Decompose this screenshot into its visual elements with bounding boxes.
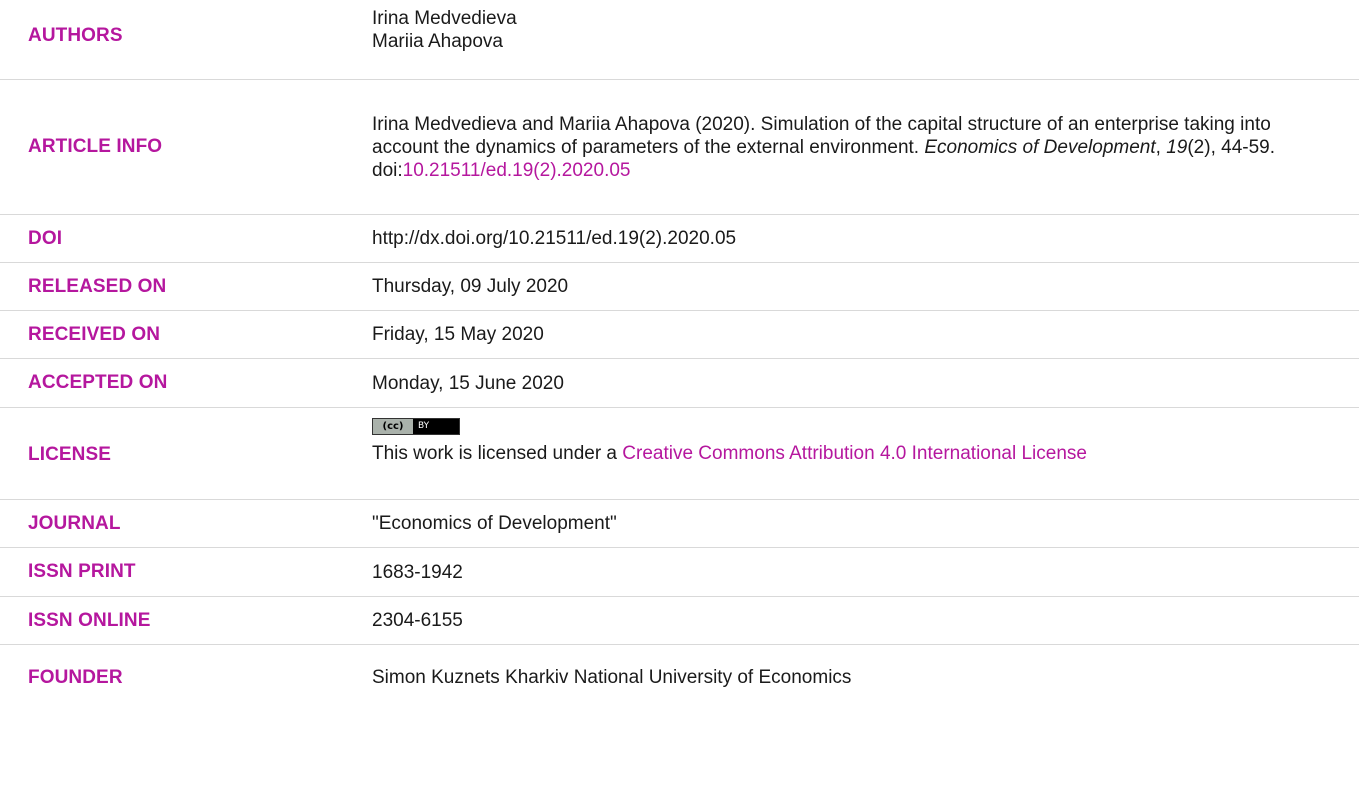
citation-journal: Economics of Development bbox=[924, 136, 1156, 158]
author-name: Irina Medvedieva bbox=[372, 8, 517, 29]
citation-volume: 19 bbox=[1166, 136, 1188, 158]
row-released-on: RELEASED ON Thursday, 09 July 2020 bbox=[0, 263, 1359, 311]
row-founder: FOUNDER Simon Kuznets Kharkiv National U… bbox=[0, 645, 1359, 695]
row-issn-print: ISSN PRINT 1683-1942 bbox=[0, 548, 1359, 597]
citation-issue-pages: (2), 44-59. bbox=[1187, 136, 1275, 158]
received-value: Friday, 15 May 2020 bbox=[372, 324, 544, 345]
license-label: LICENSE bbox=[28, 444, 112, 465]
accepted-value: Monday, 15 June 2020 bbox=[372, 372, 564, 394]
issn-print-value: 1683-1942 bbox=[372, 561, 463, 583]
authors-value: Irina Medvedieva Mariia Ahapova bbox=[372, 0, 1332, 53]
founder-value: Simon Kuznets Kharkiv National Universit… bbox=[372, 667, 852, 688]
cc-icon: (cc) bbox=[373, 419, 413, 434]
issn-print-label: ISSN PRINT bbox=[28, 561, 136, 582]
license-value: (cc) BY This work is licensed under a Cr… bbox=[372, 408, 1332, 465]
founder-label: FOUNDER bbox=[28, 667, 123, 688]
released-label: RELEASED ON bbox=[28, 275, 167, 297]
released-value: Thursday, 09 July 2020 bbox=[372, 276, 569, 297]
author-name: Mariia Ahapova bbox=[372, 31, 503, 52]
citation-doi-link[interactable]: 10.21511/ed.19(2).2020.05 bbox=[403, 160, 631, 181]
article-info-table: AUTHORS Irina Medvedieva Mariia Ahapova … bbox=[0, 0, 1359, 695]
article-citation: Irina Medvedieva and Mariia Ahapova (202… bbox=[372, 113, 1332, 182]
license-text: This work is licensed under a bbox=[372, 443, 623, 464]
row-doi: DOI http://dx.doi.org/10.21511/ed.19(2).… bbox=[0, 215, 1359, 263]
doi-label: DOI bbox=[28, 227, 63, 249]
received-label: RECEIVED ON bbox=[28, 323, 161, 345]
article-info-label: ARTICLE INFO bbox=[28, 136, 163, 157]
issn-online-value: 2304-6155 bbox=[372, 610, 463, 631]
row-authors: AUTHORS Irina Medvedieva Mariia Ahapova bbox=[0, 0, 1359, 80]
row-journal: JOURNAL "Economics of Development" bbox=[0, 500, 1359, 548]
row-license: LICENSE (cc) BY This work is licensed un… bbox=[0, 408, 1359, 500]
accepted-label: ACCEPTED ON bbox=[28, 372, 168, 393]
by-icon: BY bbox=[418, 421, 430, 431]
license-link[interactable]: Creative Commons Attribution 4.0 Interna… bbox=[622, 443, 1087, 464]
row-issn-online: ISSN ONLINE 2304-6155 bbox=[0, 597, 1359, 645]
row-received-on: RECEIVED ON Friday, 15 May 2020 bbox=[0, 311, 1359, 359]
authors-label: AUTHORS bbox=[28, 25, 123, 46]
journal-label: JOURNAL bbox=[28, 512, 121, 534]
citation-doi-prefix: doi: bbox=[372, 159, 403, 181]
doi-value: http://dx.doi.org/10.21511/ed.19(2).2020… bbox=[372, 228, 737, 249]
citation-separator: , bbox=[1155, 136, 1167, 158]
issn-online-label: ISSN ONLINE bbox=[28, 609, 151, 631]
row-article-info: ARTICLE INFO Irina Medvedieva and Mariia… bbox=[0, 80, 1359, 215]
journal-value: "Economics of Development" bbox=[372, 513, 617, 534]
cc-by-badge-icon[interactable]: (cc) BY bbox=[372, 418, 460, 435]
row-accepted-on: ACCEPTED ON Monday, 15 June 2020 bbox=[0, 359, 1359, 408]
